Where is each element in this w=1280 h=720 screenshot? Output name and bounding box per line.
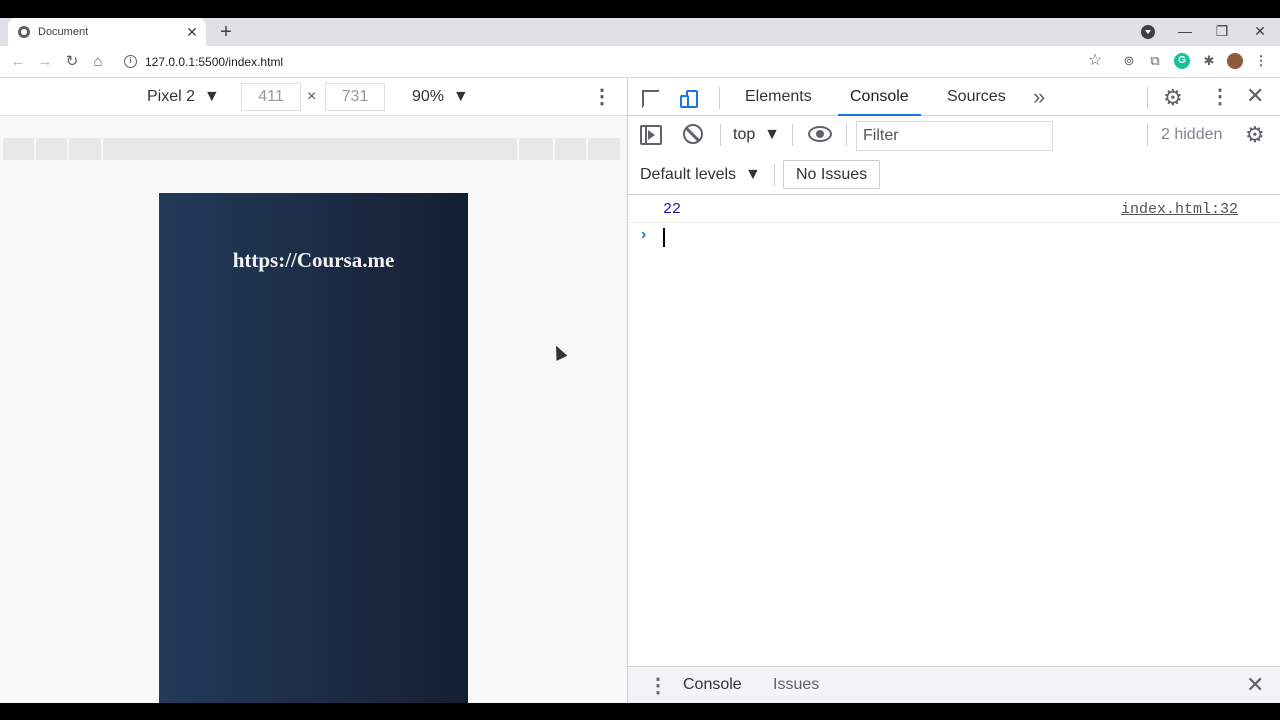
devtools-close-icon[interactable]: ✕ [1246,83,1264,109]
home-button[interactable]: ⌂ [88,52,108,72]
zoom-value: 90% [412,88,445,105]
height-input[interactable]: 731 [325,83,385,111]
console-message-value: 22 [663,201,682,218]
context-select[interactable]: top ▼ [733,126,780,144]
devtools-drawer: ⋮ Console Issues ✕ [628,666,1280,703]
page-heading: https://Coursa.me [232,248,395,272]
drawer-tab-issues[interactable]: Issues [773,676,819,694]
customize-menu-icon[interactable]: ⋮ [1210,84,1230,109]
drawer-menu-icon[interactable]: ⋮ [648,673,668,698]
device-select[interactable]: Pixel 2 ▼ [147,88,220,106]
extension-link-icon[interactable]: ⊚ [1121,53,1137,69]
extension-crop-icon[interactable]: ⧉ [1147,53,1163,69]
browser-window: Document ✕ + — ❐ ✕ ← → ↻ ⌂ i 127.0.0.1:5… [0,18,1280,703]
dimension-separator: × [307,88,317,105]
divider [1147,87,1148,109]
drawer-close-icon[interactable]: ✕ [1246,672,1264,698]
media-query-segment[interactable] [555,138,586,160]
more-tabs-icon[interactable]: » [1033,84,1045,110]
divider [719,87,720,109]
device-viewport[interactable]: https://Coursa.me [159,193,468,703]
device-name: Pixel 2 [147,88,196,105]
reload-button[interactable]: ↻ [62,52,82,72]
media-query-segment[interactable] [103,138,517,160]
media-query-segment[interactable] [3,138,34,160]
tab-search-icon[interactable] [1141,25,1155,39]
console-message: 22 index.html:32 [628,195,1280,223]
caret-down-icon: ▼ [448,88,469,105]
zoom-select[interactable]: 90% ▼ [412,88,469,106]
divider [792,124,793,146]
window-close-button[interactable]: ✕ [1251,23,1269,40]
devtools-panel: Elements Console Sources » ⚙ ⋮ ✕ top ▼ 2… [628,78,1280,703]
mouse-cursor-icon [551,344,567,360]
extensions-puzzle-icon[interactable]: ✱ [1201,53,1217,69]
new-tab-button[interactable]: + [216,22,236,42]
profile-avatar[interactable] [1227,53,1243,69]
tab-close-icon[interactable]: ✕ [184,24,200,40]
inspect-element-icon[interactable] [642,90,660,108]
browser-tab[interactable]: Document ✕ [8,18,206,46]
drawer-tab-console[interactable]: Console [683,676,742,694]
tab-elements[interactable]: Elements [733,78,824,116]
tab-sources[interactable]: Sources [935,78,1018,116]
browser-toolbar: ← → ↻ ⌂ i 127.0.0.1:5500/index.html ☆ ⊚ … [0,46,1280,78]
console-level-bar: Default levels ▼ No Issues [628,155,1280,195]
caret-down-icon: ▼ [740,166,761,183]
console-settings-gear-icon[interactable]: ⚙ [1245,122,1265,148]
console-filter-input[interactable] [856,121,1053,151]
caret-down-icon: ▼ [759,126,780,143]
browser-menu-icon[interactable]: ⋮ [1253,53,1269,69]
media-query-bar [3,138,624,160]
media-query-segment[interactable] [519,138,553,160]
caret-down-icon: ▼ [199,88,220,105]
console-sidebar-icon[interactable] [640,125,662,145]
devtools-tab-bar: Elements Console Sources » ⚙ ⋮ ✕ [628,78,1280,116]
back-button[interactable]: ← [8,52,28,72]
log-levels-select[interactable]: Default levels ▼ [640,166,761,184]
log-levels-label: Default levels [640,166,737,183]
console-toolbar: top ▼ 2 hidden ⚙ [628,116,1280,155]
clear-console-icon[interactable] [683,124,703,144]
globe-icon [18,26,30,38]
divider [846,124,847,146]
tab-title: Document [38,26,89,38]
device-toolbar: Pixel 2 ▼ 411 × 731 90% ▼ ⋮ [0,78,627,116]
console-message-source-link[interactable]: index.html:32 [1121,201,1238,218]
media-query-segment[interactable] [588,138,620,160]
device-emulation-pane: Pixel 2 ▼ 411 × 731 90% ▼ ⋮ https://Cour… [0,78,627,703]
minimize-button[interactable]: — [1176,23,1194,39]
divider [720,124,721,146]
site-info-icon[interactable]: i [124,55,137,68]
divider [774,164,775,186]
console-prompt[interactable]: › [628,224,1280,250]
live-expression-eye-icon[interactable] [808,126,832,142]
tab-strip: Document ✕ + — ❐ ✕ [0,18,1280,46]
issues-button[interactable]: No Issues [783,160,881,189]
device-toggle-small-icon [680,95,689,108]
bookmark-star-icon[interactable]: ☆ [1087,53,1103,69]
divider [1147,124,1148,146]
context-value: top [733,126,756,143]
forward-button[interactable]: → [35,52,55,72]
prompt-chevron-icon: › [641,226,647,243]
grammarly-icon[interactable]: G [1174,53,1190,69]
hidden-count: 2 hidden [1161,126,1223,143]
restore-button[interactable]: ❐ [1213,23,1231,40]
address-bar[interactable]: 127.0.0.1:5500/index.html [145,55,283,69]
tab-console[interactable]: Console [838,78,921,116]
device-more-icon[interactable]: ⋮ [592,84,612,109]
width-input[interactable]: 411 [241,83,301,111]
media-query-segment[interactable] [69,138,101,160]
settings-gear-icon[interactable]: ⚙ [1163,85,1183,111]
text-caret [663,228,665,247]
media-query-segment[interactable] [36,138,67,160]
